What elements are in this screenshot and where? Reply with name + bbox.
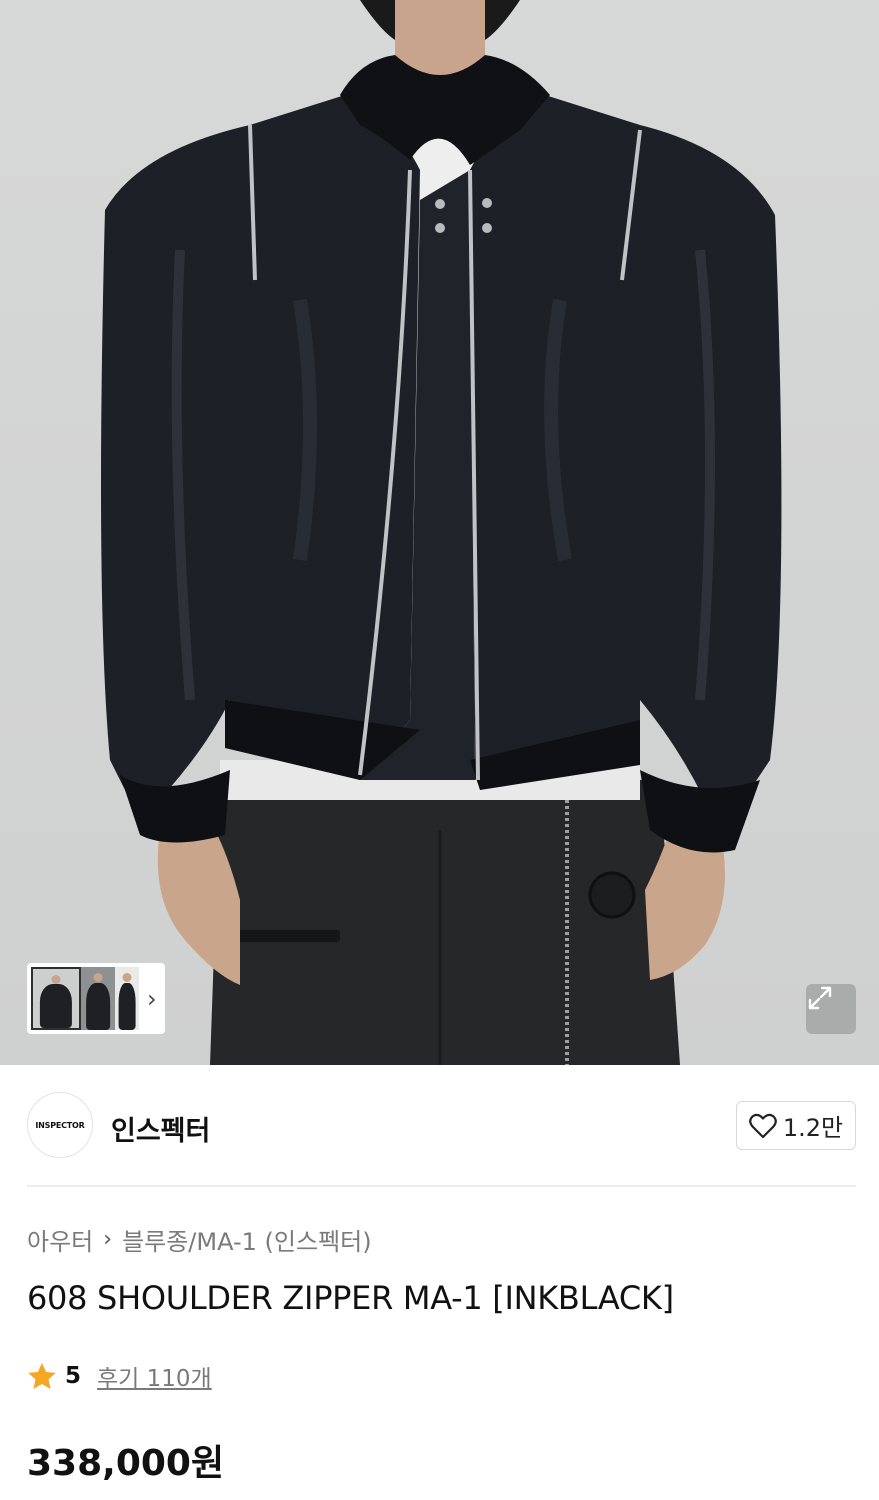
brand-logo-text: INSPECTOR	[35, 1120, 85, 1130]
expand-icon	[808, 986, 832, 1010]
product-price: 338,000원	[27, 1443, 225, 1484]
thumbnail-2[interactable]	[81, 967, 115, 1030]
chevron-right-icon: ›	[103, 1227, 113, 1252]
jacket-photo	[101, 0, 782, 1065]
star-icon	[28, 1362, 56, 1389]
rating-score: 5	[65, 1363, 82, 1389]
product-main-image[interactable]: ›	[0, 0, 879, 1065]
breadcrumb-subcategory[interactable]: 블루종/MA-1 (인스펙터)	[122, 1222, 372, 1257]
chevron-right-icon[interactable]: ›	[147, 987, 157, 1011]
brand-row: INSPECTOR 인스펙터 1.2만	[27, 1092, 856, 1160]
expand-button[interactable]	[806, 984, 856, 1034]
breadcrumb: 아우터 › 블루종/MA-1 (인스펙터)	[27, 1222, 372, 1257]
thumbnail-1[interactable]	[31, 967, 81, 1030]
brand-logo[interactable]: INSPECTOR	[27, 1092, 93, 1158]
heart-icon	[749, 1113, 777, 1138]
like-count: 1.2만	[782, 1114, 844, 1142]
divider	[27, 1185, 856, 1187]
review-link[interactable]: 후기 110개	[97, 1359, 212, 1393]
rating-row: 5 후기 110개	[27, 1359, 212, 1393]
thumbnail-3[interactable]	[115, 967, 139, 1030]
like-button[interactable]: 1.2만	[736, 1101, 856, 1150]
thumbnail-strip[interactable]: ›	[27, 963, 165, 1034]
brand-name[interactable]: 인스펙터	[111, 1109, 210, 1148]
product-title: 608 SHOULDER ZIPPER MA-1 [INKBLACK]	[27, 1279, 674, 1317]
breadcrumb-category[interactable]: 아우터	[27, 1222, 93, 1257]
